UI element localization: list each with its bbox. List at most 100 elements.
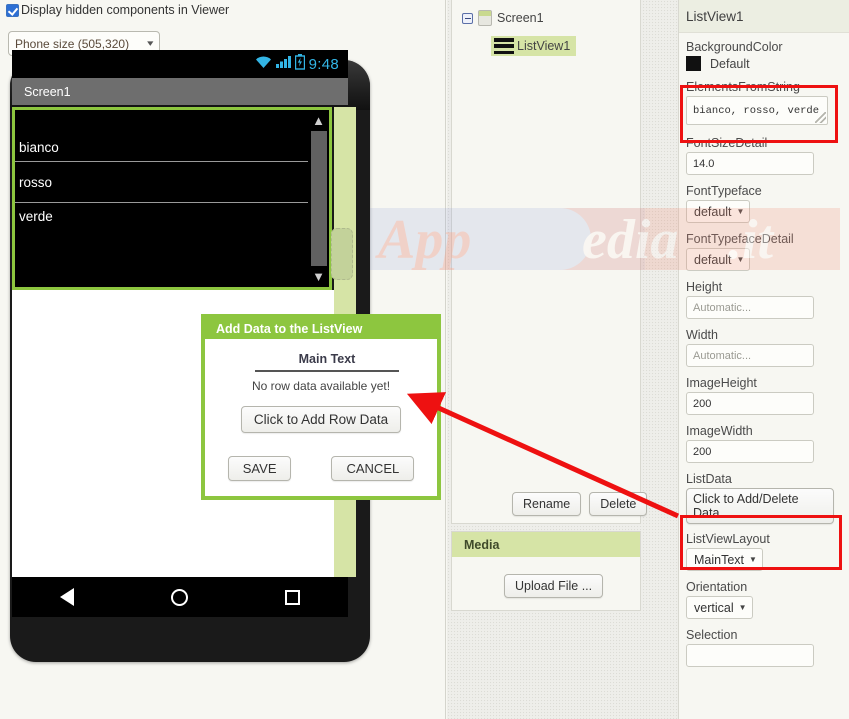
back-icon[interactable]: [60, 588, 75, 606]
background-color-picker[interactable]: Default: [686, 56, 842, 71]
font-size-detail-value: 14.0: [693, 157, 715, 170]
property-label: ImageWidth: [686, 424, 753, 438]
property-selection: Selection: [679, 628, 849, 667]
screen-icon: [478, 10, 492, 26]
image-height-value: 200: [693, 397, 712, 410]
listview-icon: [494, 38, 514, 54]
tree-item-screen1[interactable]: Screen1: [462, 10, 544, 26]
scrollbar-thumb[interactable]: [310, 131, 327, 266]
image-width-input[interactable]: 200: [686, 440, 814, 463]
property-label: Orientation: [686, 580, 748, 594]
properties-title: ListView1: [679, 0, 849, 33]
listview-scrollbar[interactable]: ▲ ▼: [308, 110, 329, 287]
add-data-dialog: Add Data to the ListView Main Text No ro…: [201, 314, 441, 500]
screen-title-bar: Screen1: [12, 78, 348, 105]
tree-actions: Rename Delete: [512, 492, 648, 516]
battery-icon: [294, 53, 305, 75]
selection-input[interactable]: [686, 644, 814, 667]
property-elements-from-string: ElementsFromString bianco, rosso, verde: [679, 80, 849, 125]
property-label: Selection: [686, 628, 738, 642]
property-orientation: Orientation vertical ▼: [679, 580, 849, 619]
save-button[interactable]: SAVE: [227, 456, 292, 481]
dialog-header: Add Data to the ListView: [205, 318, 437, 339]
delete-button[interactable]: Delete: [589, 492, 648, 516]
color-swatch-icon: [686, 56, 701, 71]
listview-layout-select[interactable]: MainText ▼: [686, 548, 763, 571]
font-typeface-detail-select[interactable]: default ▼: [686, 248, 751, 271]
image-height-input[interactable]: 200: [686, 392, 814, 415]
elements-from-string-input[interactable]: bianco, rosso, verde: [686, 96, 828, 125]
elements-from-string-value: bianco, rosso, verde: [693, 104, 820, 117]
chevron-down-icon: ▼: [736, 255, 745, 264]
chevron-down-icon: ▾: [147, 38, 154, 48]
recents-icon[interactable]: [284, 589, 300, 605]
font-typeface-detail-value: default: [694, 252, 732, 267]
list-data-button[interactable]: Click to Add/Delete Data: [686, 488, 834, 524]
property-image-width: ImageWidth 200: [679, 424, 849, 463]
android-status-bar: 9:48: [12, 50, 348, 78]
listview-row[interactable]: verde: [15, 203, 329, 251]
property-height: Height Automatic...: [679, 280, 849, 319]
resize-grip-icon[interactable]: [815, 112, 826, 123]
property-label: FontSizeDetail: [686, 136, 768, 150]
property-image-height: ImageHeight 200: [679, 376, 849, 415]
display-hidden-components-row[interactable]: Display hidden components in Viewer: [6, 3, 229, 17]
home-icon[interactable]: [170, 588, 188, 606]
collapse-toggle-icon[interactable]: [462, 12, 473, 24]
cancel-button[interactable]: CANCEL: [331, 456, 415, 481]
width-value: Automatic...: [693, 349, 752, 362]
signal-icon: [275, 55, 291, 74]
tree-item-listview1[interactable]: ListView1: [491, 36, 577, 56]
hidden-component-marker: [331, 228, 353, 280]
add-row-data-button[interactable]: Click to Add Row Data: [240, 406, 402, 433]
width-input[interactable]: Automatic...: [686, 344, 814, 367]
color-value: Default: [710, 56, 750, 71]
property-label: FontTypefaceDetail: [686, 232, 794, 246]
components-panel: Screen1 ListView1 Rename Delete Media Up…: [447, 0, 678, 719]
image-width-value: 200: [693, 445, 712, 458]
property-label: Height: [686, 280, 723, 294]
wifi-icon: [255, 55, 272, 74]
tree-item-label: Screen1: [497, 11, 544, 25]
orientation-value: vertical: [694, 600, 734, 615]
status-clock: 9:48: [308, 55, 339, 73]
components-tree-box: Screen1 ListView1 Rename Delete: [451, 0, 648, 524]
phone-size-value: Phone size (505,320): [15, 36, 130, 51]
font-typeface-select[interactable]: default ▼: [686, 200, 751, 223]
upload-file-button[interactable]: Upload File ...: [504, 574, 604, 598]
property-font-size-detail: FontSizeDetail 14.0: [679, 136, 849, 175]
listview-row[interactable]: rosso: [15, 162, 329, 203]
chevron-down-icon: ▼: [738, 603, 747, 612]
tree-item-label: ListView1: [517, 39, 571, 53]
property-list-data: ListData Click to Add/Delete Data: [679, 472, 849, 524]
display-hidden-components-checkbox[interactable]: [6, 3, 19, 17]
media-box: Media Upload File ...: [451, 531, 641, 611]
listview-row[interactable]: bianco: [15, 110, 329, 162]
properties-panel: ListView1 BackgroundColor Default Elemen…: [678, 0, 849, 719]
property-label: ElementsFromString: [686, 80, 800, 94]
viewer-panel: Display hidden components in Viewer Phon…: [0, 0, 446, 719]
display-hidden-components-label: Display hidden components in Viewer: [21, 3, 230, 17]
scroll-up-icon[interactable]: ▲: [312, 110, 325, 131]
property-listview-layout: ListViewLayout MainText ▼: [679, 532, 849, 571]
property-font-typeface-detail: FontTypefaceDetail default ▼: [679, 232, 849, 271]
media-header: Media: [452, 532, 640, 557]
property-label: FontTypeface: [686, 184, 762, 198]
property-font-typeface: FontTypeface default ▼: [679, 184, 849, 223]
font-typeface-value: default: [694, 204, 732, 219]
listview-preview[interactable]: bianco rosso verde ▲ ▼: [12, 107, 332, 290]
scroll-down-icon[interactable]: ▼: [312, 266, 325, 287]
android-nav-bar: [12, 577, 348, 617]
height-input[interactable]: Automatic...: [686, 296, 814, 319]
chevron-down-icon: ▼: [736, 207, 745, 216]
screen-title-label: Screen1: [24, 84, 71, 99]
rename-button[interactable]: Rename: [512, 492, 582, 516]
property-label: ListData: [686, 472, 732, 486]
dialog-empty-message: No row data available yet!: [251, 379, 391, 393]
font-size-detail-input[interactable]: 14.0: [686, 152, 814, 175]
property-label: Width: [686, 328, 718, 342]
orientation-select[interactable]: vertical ▼: [686, 596, 753, 619]
height-value: Automatic...: [693, 301, 752, 314]
chevron-down-icon: ▼: [749, 555, 757, 564]
property-background-color: BackgroundColor Default: [679, 40, 849, 71]
